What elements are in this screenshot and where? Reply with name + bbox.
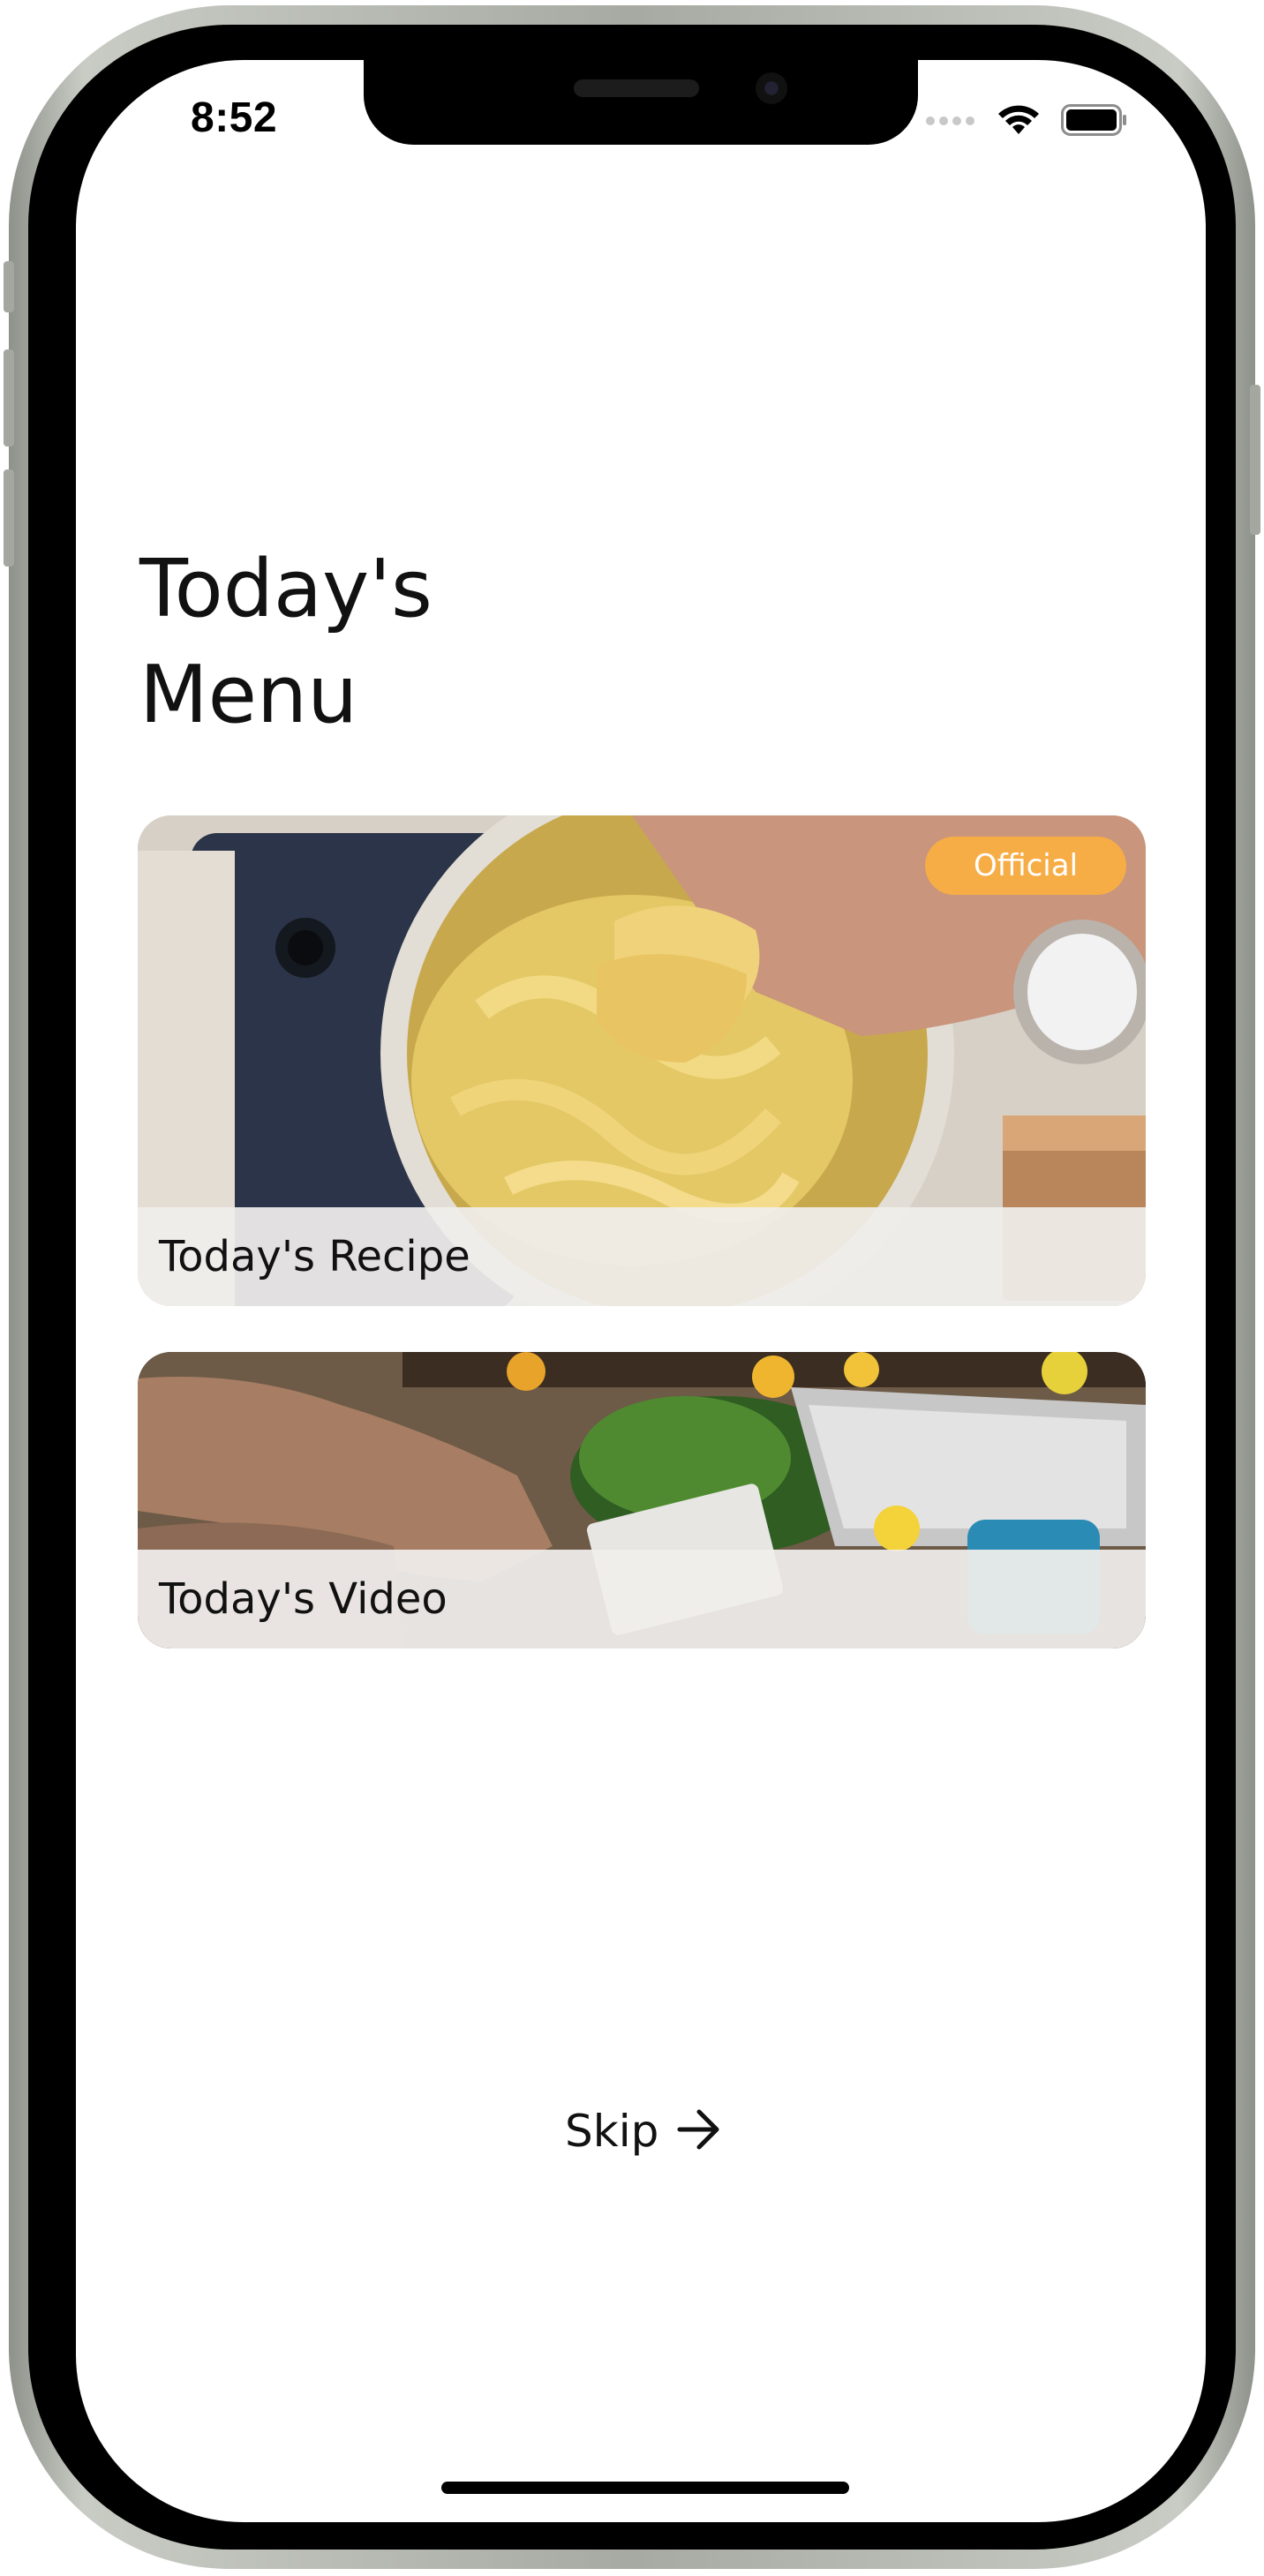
home-indicator[interactable] — [441, 2482, 849, 2494]
ringer-switch — [4, 261, 14, 312]
todays-recipe-card[interactable]: Official Today's Recipe — [138, 815, 1146, 1306]
page-title-line2: Menu — [139, 649, 358, 741]
arrow-right-icon — [676, 2107, 722, 2155]
speaker-grille — [574, 79, 699, 97]
video-card-caption: Today's Video — [138, 1550, 1146, 1648]
signal-dots-icon — [925, 114, 976, 131]
power-button — [1250, 385, 1260, 535]
page-title-line1: Today's — [139, 543, 433, 635]
page-title: Today's Menu — [139, 537, 669, 748]
notch — [364, 60, 918, 145]
official-badge: Official — [925, 837, 1126, 895]
status-icons — [925, 104, 1128, 139]
skip-label: Skip — [565, 2106, 659, 2157]
wifi-icon — [997, 104, 1040, 139]
video-card-label: Today's Video — [159, 1574, 448, 1624]
todays-video-card[interactable]: Today's Video — [138, 1352, 1146, 1648]
recipe-card-caption: Today's Recipe — [138, 1207, 1146, 1306]
volume-down-button — [4, 469, 14, 567]
phone-frame: 8:52 Today's Menu Official Today's Recip… — [4, 5, 1260, 2569]
skip-button[interactable]: Skip — [565, 2106, 722, 2157]
status-time: 8:52 — [191, 94, 278, 141]
battery-icon — [1061, 104, 1128, 139]
recipe-card-label: Today's Recipe — [159, 1232, 470, 1281]
app-screen: 8:52 Today's Menu Official Today's Recip… — [76, 60, 1206, 2522]
front-camera-icon — [756, 72, 787, 104]
volume-up-button — [4, 349, 14, 447]
